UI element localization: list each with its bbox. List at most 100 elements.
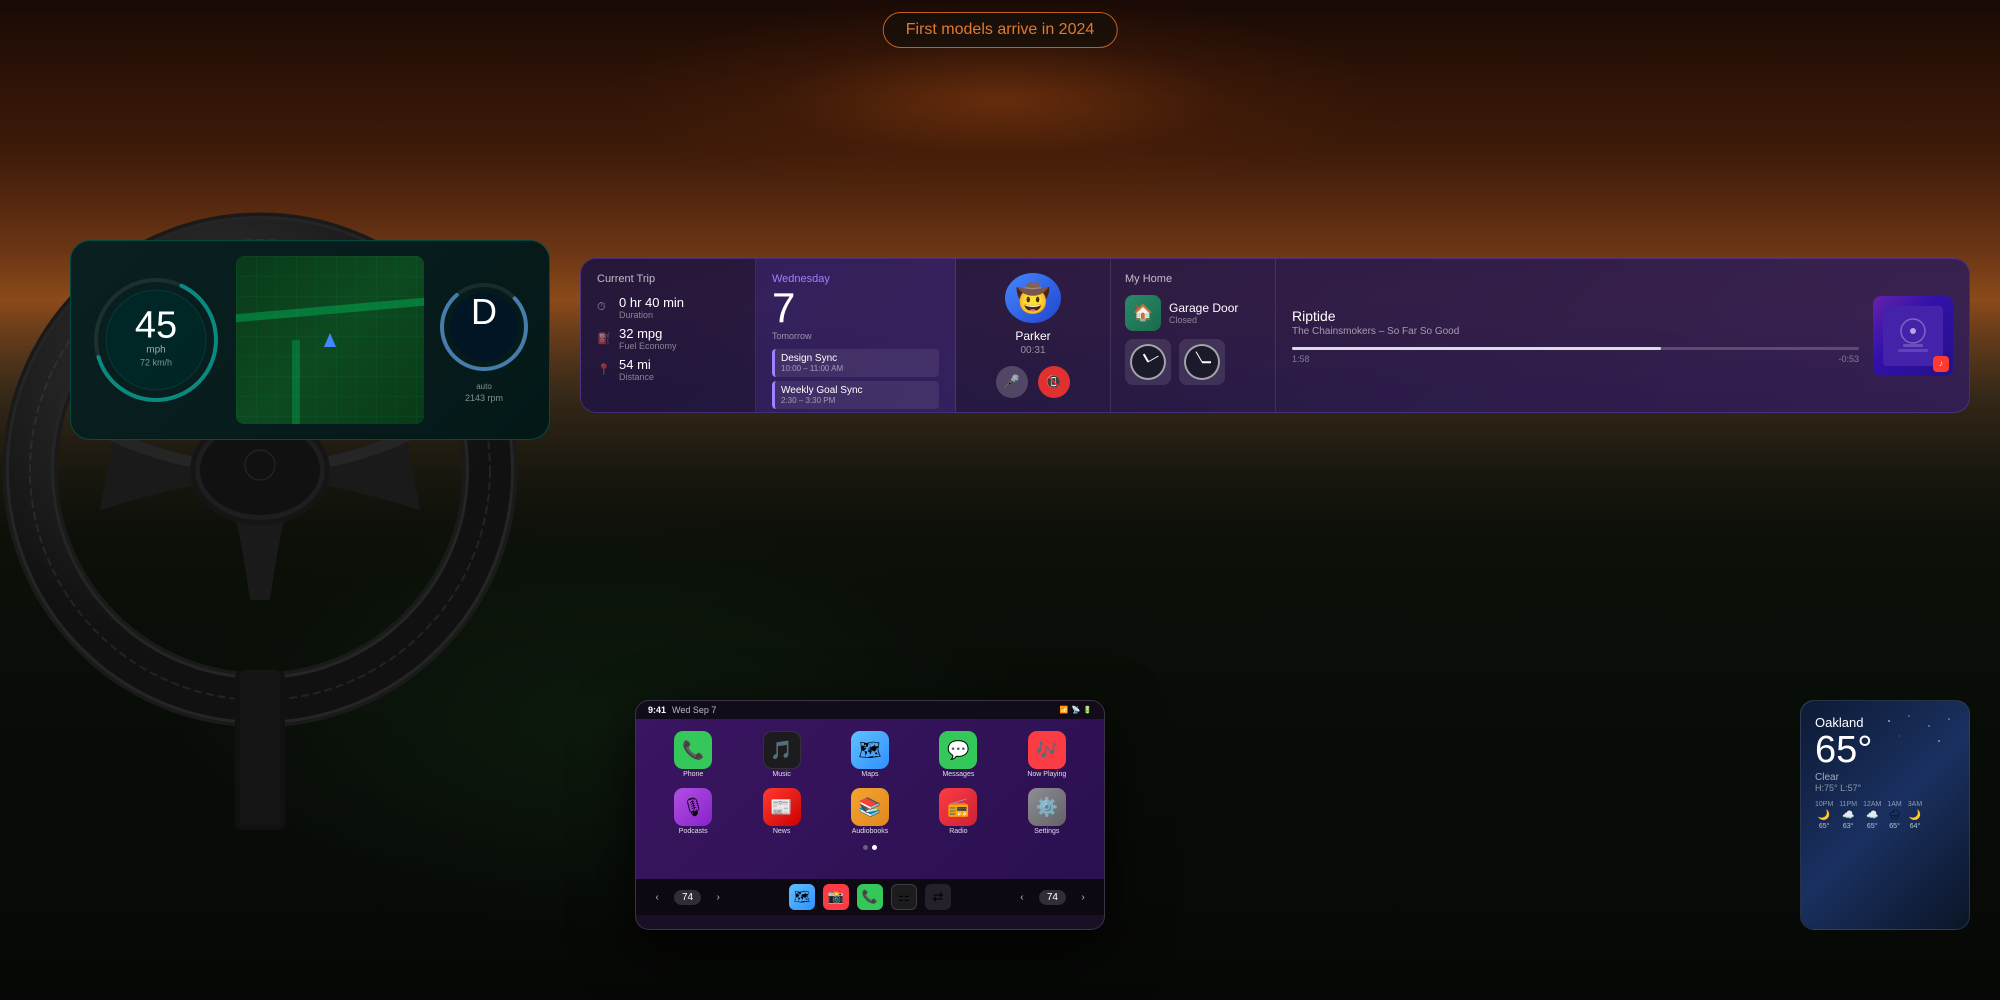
instrument-cluster: 45 mph 72 km/h D auto 2143 rpm [70, 240, 550, 440]
forward-button[interactable]: › [709, 888, 727, 906]
nav-arrow [324, 333, 336, 347]
badge-text: First models arrive in 2024 [906, 21, 1095, 38]
dock-swap-icon[interactable]: ⇄ [925, 884, 951, 910]
app-music[interactable]: 🎵 Music [740, 731, 822, 778]
back-button[interactable]: ‹ [648, 888, 666, 906]
app-settings[interactable]: ⚙️ Settings [1006, 788, 1088, 835]
end-call-button[interactable]: 📵 [1038, 366, 1070, 398]
audiobooks-label: Audiobooks [852, 828, 889, 835]
wifi-icon: 📶 [1060, 706, 1069, 714]
app-radio[interactable]: 📻 Radio [917, 788, 999, 835]
garage-status: Closed [1169, 315, 1238, 325]
call-duration: 00:31 [1020, 345, 1045, 356]
trip-fuel: 32 mpg [619, 326, 739, 341]
infotainment-bar: Current Trip ⏱ 0 hr 40 min Duration ⛽ 32… [580, 258, 1970, 413]
clock-minute-hand-2 [1196, 351, 1203, 362]
music-title: Riptide [1292, 308, 1859, 324]
home-garage-item: 🏠 Garage Door Closed [1125, 295, 1261, 331]
trip-panel: Current Trip ⏱ 0 hr 40 min Duration ⛽ 32… [581, 259, 756, 412]
app-messages[interactable]: 💬 Messages [917, 731, 999, 778]
cal-tomorrow: Tomorrow [772, 331, 939, 341]
time-remaining: -0:53 [1838, 354, 1859, 364]
dock-temp: 74 [674, 890, 701, 905]
dock-left: ‹ 74 › [648, 888, 727, 906]
cal-event-1: Design Sync 10:00 – 11:00 AM [772, 349, 939, 377]
music-album-art: ♪ [1873, 296, 1953, 376]
app-maps[interactable]: 🗺 Maps [829, 731, 911, 778]
hour-5-temp: 64° [1910, 823, 1921, 830]
arrival-badge: First models arrive in 2024 [883, 12, 1118, 48]
call-controls: 🎤 📵 [996, 366, 1070, 398]
music-artist: The Chainsmokers – So Far So Good [1292, 326, 1859, 337]
cal-day-num: 7 [772, 285, 939, 331]
audiobooks-icon: 📚 [851, 788, 889, 826]
weather-hour-1: 10PM 🌙 65° [1815, 801, 1833, 830]
app-grid-row2: 🎙 Podcasts 📰 News 📚 Audiobooks 📻 Radio [644, 784, 1096, 839]
podcasts-icon: 🎙 [674, 788, 712, 826]
weather-hourly: 10PM 🌙 65° 11PM ☁️ 63° 12AM ☁️ 65° 1AM 🌧… [1815, 801, 1955, 830]
trip-duration-row: ⏱ 0 hr 40 min Duration [597, 295, 739, 320]
dock-phone-icon[interactable]: 📞 [857, 884, 883, 910]
music-label: Music [772, 771, 790, 778]
trip-fuel-label: Fuel Economy [619, 341, 739, 351]
music-app-badge: ♪ [1933, 356, 1949, 372]
podcasts-label: Podcasts [679, 828, 708, 835]
progress-fill [1292, 347, 1661, 350]
speed-kmh: 72 km/h [135, 357, 177, 367]
app-podcasts[interactable]: 🎙 Podcasts [652, 788, 734, 835]
status-date: Wed Sep 7 [672, 705, 716, 715]
gear-label: auto [476, 382, 492, 391]
contact-name: Parker [1015, 329, 1050, 343]
status-bar: 9:41 Wed Sep 7 📶 📡 🔋 [636, 701, 1104, 719]
call-panel: 🤠 Parker 00:31 🎤 📵 [956, 259, 1111, 412]
status-time: 9:41 [648, 705, 666, 715]
phone-label: Phone [683, 771, 703, 778]
app-grid-row1: 📞 Phone 🎵 Music 🗺 Maps 💬 Messages [644, 727, 1096, 782]
trip-fuel-row: ⛽ 32 mpg Fuel Economy [597, 326, 739, 351]
calendar-panel: Wednesday 7 Tomorrow Design Sync 10:00 –… [756, 259, 956, 412]
hour-2-icon: ☁️ [1842, 810, 1854, 821]
music-info: Riptide The Chainsmokers – So Far So Goo… [1292, 308, 1859, 364]
weather-city: Oakland [1815, 715, 1955, 730]
back-right-button[interactable]: ‹ [1013, 888, 1031, 906]
dock-temp-value: 74 [682, 892, 693, 903]
clock-face-1 [1130, 344, 1166, 380]
page-dots [644, 841, 1096, 854]
now-playing-icon: 🎶 [1028, 731, 1066, 769]
app-phone[interactable]: 📞 Phone [652, 731, 734, 778]
dock-music-icon[interactable]: 📸 [823, 884, 849, 910]
clock-widget-2 [1179, 339, 1225, 385]
cal-event-2-title: Weekly Goal Sync [781, 385, 933, 396]
trip-distance-label: Distance [619, 372, 739, 382]
app-audiobooks[interactable]: 📚 Audiobooks [829, 788, 911, 835]
app-now-playing[interactable]: 🎶 Now Playing [1006, 731, 1088, 778]
clock-icon: ⏱ [597, 301, 611, 315]
home-clocks [1125, 339, 1261, 385]
news-label: News [773, 828, 791, 835]
weather-temp: 65° [1815, 730, 1955, 772]
dock-maps-icon[interactable]: 🗺 [789, 884, 815, 910]
dock-grid-icon[interactable]: ⚏ [891, 884, 917, 910]
clock-hour-hand-2 [1202, 361, 1211, 363]
home-panel: My Home 🏠 Garage Door Closed [1111, 259, 1276, 412]
maps-label: Maps [861, 771, 878, 778]
music-progress: 1:58 -0:53 [1292, 347, 1859, 364]
forward-right-button[interactable]: › [1074, 888, 1092, 906]
garage-name: Garage Door [1169, 301, 1238, 315]
app-news[interactable]: 📰 News [740, 788, 822, 835]
dock-temp-right-value: 74 [1047, 892, 1058, 903]
phone-icon: 📞 [674, 731, 712, 769]
now-playing-label: Now Playing [1027, 771, 1066, 778]
weather-high: H:75° [1815, 783, 1838, 793]
messages-icon: 💬 [939, 731, 977, 769]
hour-1-icon: 🌙 [1818, 810, 1830, 821]
weather-hour-5: 3AM 🌙 64° [1908, 801, 1922, 830]
hour-3-icon: ☁️ [1866, 810, 1878, 821]
progress-times: 1:58 -0:53 [1292, 354, 1859, 364]
hour-5-time: 3AM [1908, 801, 1922, 808]
signal-icon: 📡 [1072, 706, 1081, 714]
trip-duration: 0 hr 40 min [619, 295, 739, 310]
garage-icon: 🏠 [1125, 295, 1161, 331]
dock-bar: ‹ 74 › 🗺 📸 📞 ⚏ ⇄ ‹ 74 › [636, 879, 1104, 915]
mute-button[interactable]: 🎤 [996, 366, 1028, 398]
